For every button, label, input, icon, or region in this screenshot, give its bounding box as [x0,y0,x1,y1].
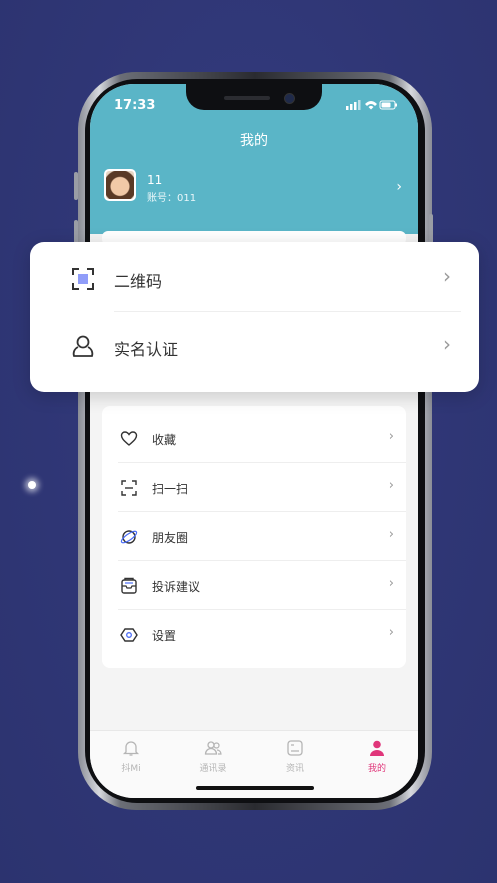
floating-menu-card: 二维码 › 实名认证 › [30,242,479,392]
chevron-right-icon: › [388,429,394,444]
menu-item-qrcode[interactable]: 二维码 › [30,244,479,312]
menu-item-label: 设置 [152,629,177,643]
feedback-icon [121,577,137,594]
menu-item-label: 投诉建议 [152,580,201,594]
status-time: 17:33 [114,98,156,113]
menu-item-real-name-auth[interactable]: 实名认证 › [30,312,479,380]
header: 17:33 我的 11 账号：011 › [90,84,418,234]
menu-item-label: 朋友圈 [152,531,189,545]
planet-icon [120,530,138,544]
home-indicator [196,786,314,790]
profile-name: 11 [147,173,163,187]
notch [186,84,322,110]
chevron-right-icon: › [443,332,451,356]
mute-switch [74,172,78,200]
tab-me[interactable]: 我的 [336,739,418,774]
tab-home[interactable]: 抖Mi [90,739,172,774]
settings-icon [120,628,138,642]
tab-label: 资讯 [285,764,304,774]
menu-item-favorites[interactable]: 收藏 › [102,414,406,463]
heart-icon [120,431,138,446]
tab-news[interactable]: 资讯 [254,739,336,774]
menu-item-feedback[interactable]: 投诉建议 › [102,561,406,610]
phone-screen: 17:33 我的 11 账号：011 › 收藏 › 扫一扫 › 朋友圈 › 投诉… [90,84,418,798]
menu-item-label: 收藏 [152,433,177,447]
contacts-icon [204,741,222,755]
menu-list: 收藏 › 扫一扫 › 朋友圈 › 投诉建议 › 设置 › [102,406,406,668]
person-verify-icon [72,335,94,357]
menu-item-moments[interactable]: 朋友圈 › [102,512,406,561]
qr-scan-icon [72,268,94,290]
chevron-right-icon: › [388,527,394,542]
profile-row[interactable]: 11 账号：011 › [104,169,404,205]
tab-label: 我的 [367,764,386,774]
avatar [104,169,136,201]
chevron-right-icon: › [443,264,451,288]
chevron-right-icon: › [388,478,394,493]
person-icon [370,740,384,756]
scan-icon [121,480,137,496]
tab-label: 抖Mi [121,764,141,774]
bell-icon [122,741,140,756]
profile-account: 账号：011 [147,193,197,204]
chevron-right-icon: › [388,576,394,591]
sparkle-decoration [28,481,36,489]
menu-item-scan[interactable]: 扫一扫 › [102,463,406,512]
page-title: 我的 [240,133,268,149]
chevron-right-icon: › [396,179,402,195]
status-icons [346,100,397,110]
menu-item-label: 二维码 [114,272,163,291]
menu-item-label: 实名认证 [114,340,179,359]
news-icon [287,740,303,756]
menu-item-label: 扫一扫 [152,482,189,496]
tab-contacts[interactable]: 通讯录 [172,739,254,774]
menu-item-settings[interactable]: 设置 › [102,610,406,659]
tab-label: 通讯录 [199,764,227,774]
chevron-right-icon: › [388,625,394,640]
